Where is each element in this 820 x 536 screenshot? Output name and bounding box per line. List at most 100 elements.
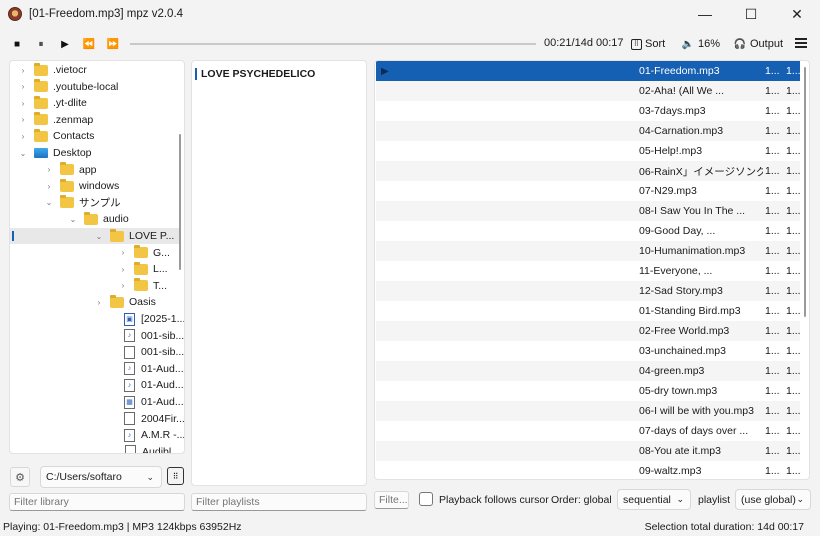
seek-slider[interactable] xyxy=(130,43,536,45)
tree-item[interactable]: 2004Fir... xyxy=(10,411,184,427)
next-icon[interactable]: ⏩ xyxy=(104,35,122,53)
chevron-right-icon[interactable]: › xyxy=(18,115,28,124)
track-row[interactable]: 12-Sad Story.mp3 1... 1... xyxy=(376,281,801,301)
tree-item[interactable]: ⌄ audio xyxy=(10,211,180,227)
track-row[interactable]: 03-7days.mp3 1... 1... xyxy=(376,101,801,121)
chevron-right-icon[interactable]: › xyxy=(118,265,128,274)
maximize-button[interactable]: ☐ xyxy=(728,0,774,28)
audio-file-icon: ♪ xyxy=(124,428,135,442)
tree-item[interactable]: ♪ 01-Aud... xyxy=(10,361,184,377)
chevron-right-icon[interactable]: › xyxy=(18,82,28,91)
tree-item[interactable]: ⌄ Desktop xyxy=(10,145,180,161)
play-icon[interactable]: ▶ xyxy=(56,35,74,53)
track-row[interactable]: 01-Standing Bird.mp3 1... 1... xyxy=(376,301,801,321)
sort-button[interactable]: ⠿ Sort xyxy=(627,34,669,54)
tree-item[interactable]: ▣ [2025-1... xyxy=(10,311,184,327)
chevron-down-icon[interactable]: ⌄ xyxy=(18,149,28,158)
chevron-down-icon[interactable]: ⌄ xyxy=(94,232,104,241)
tree-item[interactable]: ⌄ サンプル xyxy=(10,195,180,211)
track-row[interactable]: 08-I Saw You In The ... 1... 1... xyxy=(376,201,801,221)
track-row[interactable]: 02-Free World.mp3 1... 1... xyxy=(376,321,801,341)
track-row[interactable]: 05-dry town.mp3 1... 1... xyxy=(376,381,801,401)
volume-button[interactable]: 🔈 16% xyxy=(677,34,724,54)
library-tree: › .vietocr › .youtube-local › .yt-dlite › .zenm… xyxy=(9,60,185,454)
tree-item-label: 01-Aud... xyxy=(141,379,184,392)
track-row[interactable]: 02-Aha! (All We ... 1... 1... xyxy=(376,81,801,101)
tree-item[interactable]: › windows xyxy=(10,178,180,194)
chevron-right-icon[interactable]: › xyxy=(118,248,128,257)
chevron-down-icon[interactable]: ⌄ xyxy=(68,215,78,224)
tree-item[interactable]: › .zenmap xyxy=(10,112,180,128)
chevron-right-icon[interactable]: › xyxy=(18,66,28,75)
previous-icon[interactable]: ⏪ xyxy=(80,35,98,53)
track-scrollbar[interactable] xyxy=(804,67,806,317)
tree-item[interactable]: › Oasis xyxy=(10,294,180,310)
tree-item[interactable]: ▦ 01-Aud... xyxy=(10,394,184,410)
playlist-item[interactable]: LOVE PSYCHEDELICO xyxy=(194,65,366,83)
track-column-2: 1... xyxy=(786,205,801,217)
track-row[interactable]: 06-I will be with you.mp3 1... 1... xyxy=(376,401,801,421)
tree-item[interactable]: › .yt-dlite xyxy=(10,95,180,111)
chevron-right-icon[interactable]: › xyxy=(44,165,54,174)
sort-icon: ⠿ xyxy=(631,38,642,50)
track-column-1: 1... xyxy=(765,365,780,377)
tree-item[interactable]: ⌄ LOVE P... xyxy=(10,228,180,244)
tree-item[interactable]: 001-sib... xyxy=(10,344,184,360)
track-column-1: 1... xyxy=(765,225,780,237)
track-row[interactable]: 09-waltz.mp3 1... 1... xyxy=(376,461,801,479)
tree-item[interactable]: › Contacts xyxy=(10,128,180,144)
track-row[interactable]: 08-You ate it.mp3 1... 1... xyxy=(376,441,801,461)
track-row[interactable]: 07-days of days over ... 1... 1... xyxy=(376,421,801,441)
track-row[interactable]: 06-RainX」イメージソング... 1... 1... xyxy=(376,161,801,181)
chevron-down-icon[interactable]: ⌄ xyxy=(44,198,54,207)
tree-item[interactable]: ♪ 01-Aud... xyxy=(10,377,184,393)
order-select[interactable]: sequential ⌄ xyxy=(617,489,691,510)
track-column-2: 1... xyxy=(786,345,801,357)
track-row[interactable]: 11-Everyone, ... 1... 1... xyxy=(376,261,801,281)
minimize-button[interactable]: — xyxy=(682,0,728,28)
chevron-right-icon[interactable]: › xyxy=(44,182,54,191)
chevron-right-icon[interactable]: › xyxy=(118,281,128,290)
playlist-panel: LOVE PSYCHEDELICO xyxy=(191,60,367,486)
stop-icon[interactable]: ■ xyxy=(8,35,26,53)
filter-tracks-input[interactable] xyxy=(374,491,409,509)
tree-item[interactable]: › G... xyxy=(10,245,180,261)
track-row[interactable]: ▶ 01-Freedom.mp3 1... 1... xyxy=(376,61,801,81)
tree-item[interactable]: › L... xyxy=(10,261,180,277)
tree-item[interactable]: › .vietocr xyxy=(10,62,180,78)
tree-item[interactable]: ♪ A.M.R -... xyxy=(10,427,184,443)
filter-library-input[interactable] xyxy=(9,493,185,511)
grid-view-icon[interactable]: ⠿ xyxy=(167,467,184,485)
track-row[interactable]: 03-unchained.mp3 1... 1... xyxy=(376,341,801,361)
pause-icon[interactable]: ⏸ xyxy=(32,35,50,53)
output-button[interactable]: 🎧 Output xyxy=(729,34,787,54)
follow-cursor-checkbox[interactable] xyxy=(419,492,433,506)
chevron-right-icon[interactable]: › xyxy=(18,99,28,108)
tree-item[interactable]: ♪ 001-sib... xyxy=(10,328,184,344)
tree-item-label: Contacts xyxy=(53,130,95,143)
track-row[interactable]: 10-Humanimation.mp3 1... 1... xyxy=(376,241,801,261)
track-row[interactable]: 09-Good Day, ... 1... 1... xyxy=(376,221,801,241)
filter-playlists-input[interactable] xyxy=(191,493,367,511)
folder-icon xyxy=(34,79,48,93)
tree-item[interactable]: › .youtube-local xyxy=(10,79,180,95)
library-path-select[interactable]: C:/Users/softaro ⌄ xyxy=(40,466,162,488)
tree-item-label: .youtube-local xyxy=(53,80,119,93)
chevron-right-icon[interactable]: › xyxy=(18,132,28,141)
audio-file-icon: ♪ xyxy=(124,329,135,343)
track-title: 09-Good Day, ... xyxy=(639,225,716,237)
tree-item[interactable]: › T... xyxy=(10,278,180,294)
chevron-right-icon[interactable]: › xyxy=(94,298,104,307)
track-row[interactable]: 04-Carnation.mp3 1... 1... xyxy=(376,121,801,141)
track-row[interactable]: 04-green.mp3 1... 1... xyxy=(376,361,801,381)
menu-icon[interactable] xyxy=(794,36,808,50)
playlist-order-select[interactable]: (use global) ⌄ xyxy=(735,489,811,510)
gear-icon[interactable]: ⚙ xyxy=(10,467,30,487)
track-row[interactable]: 05-Help!.mp3 1... 1... xyxy=(376,141,801,161)
window-title: [01-Freedom.mp3] mpz v2.0.4 xyxy=(29,8,184,20)
tree-item[interactable]: › app xyxy=(10,162,180,178)
track-row[interactable]: 07-N29.mp3 1... 1... xyxy=(376,181,801,201)
close-button[interactable]: ✕ xyxy=(774,0,820,28)
tree-item[interactable]: Audibl... xyxy=(10,444,180,453)
tree-scrollbar[interactable] xyxy=(179,134,181,270)
